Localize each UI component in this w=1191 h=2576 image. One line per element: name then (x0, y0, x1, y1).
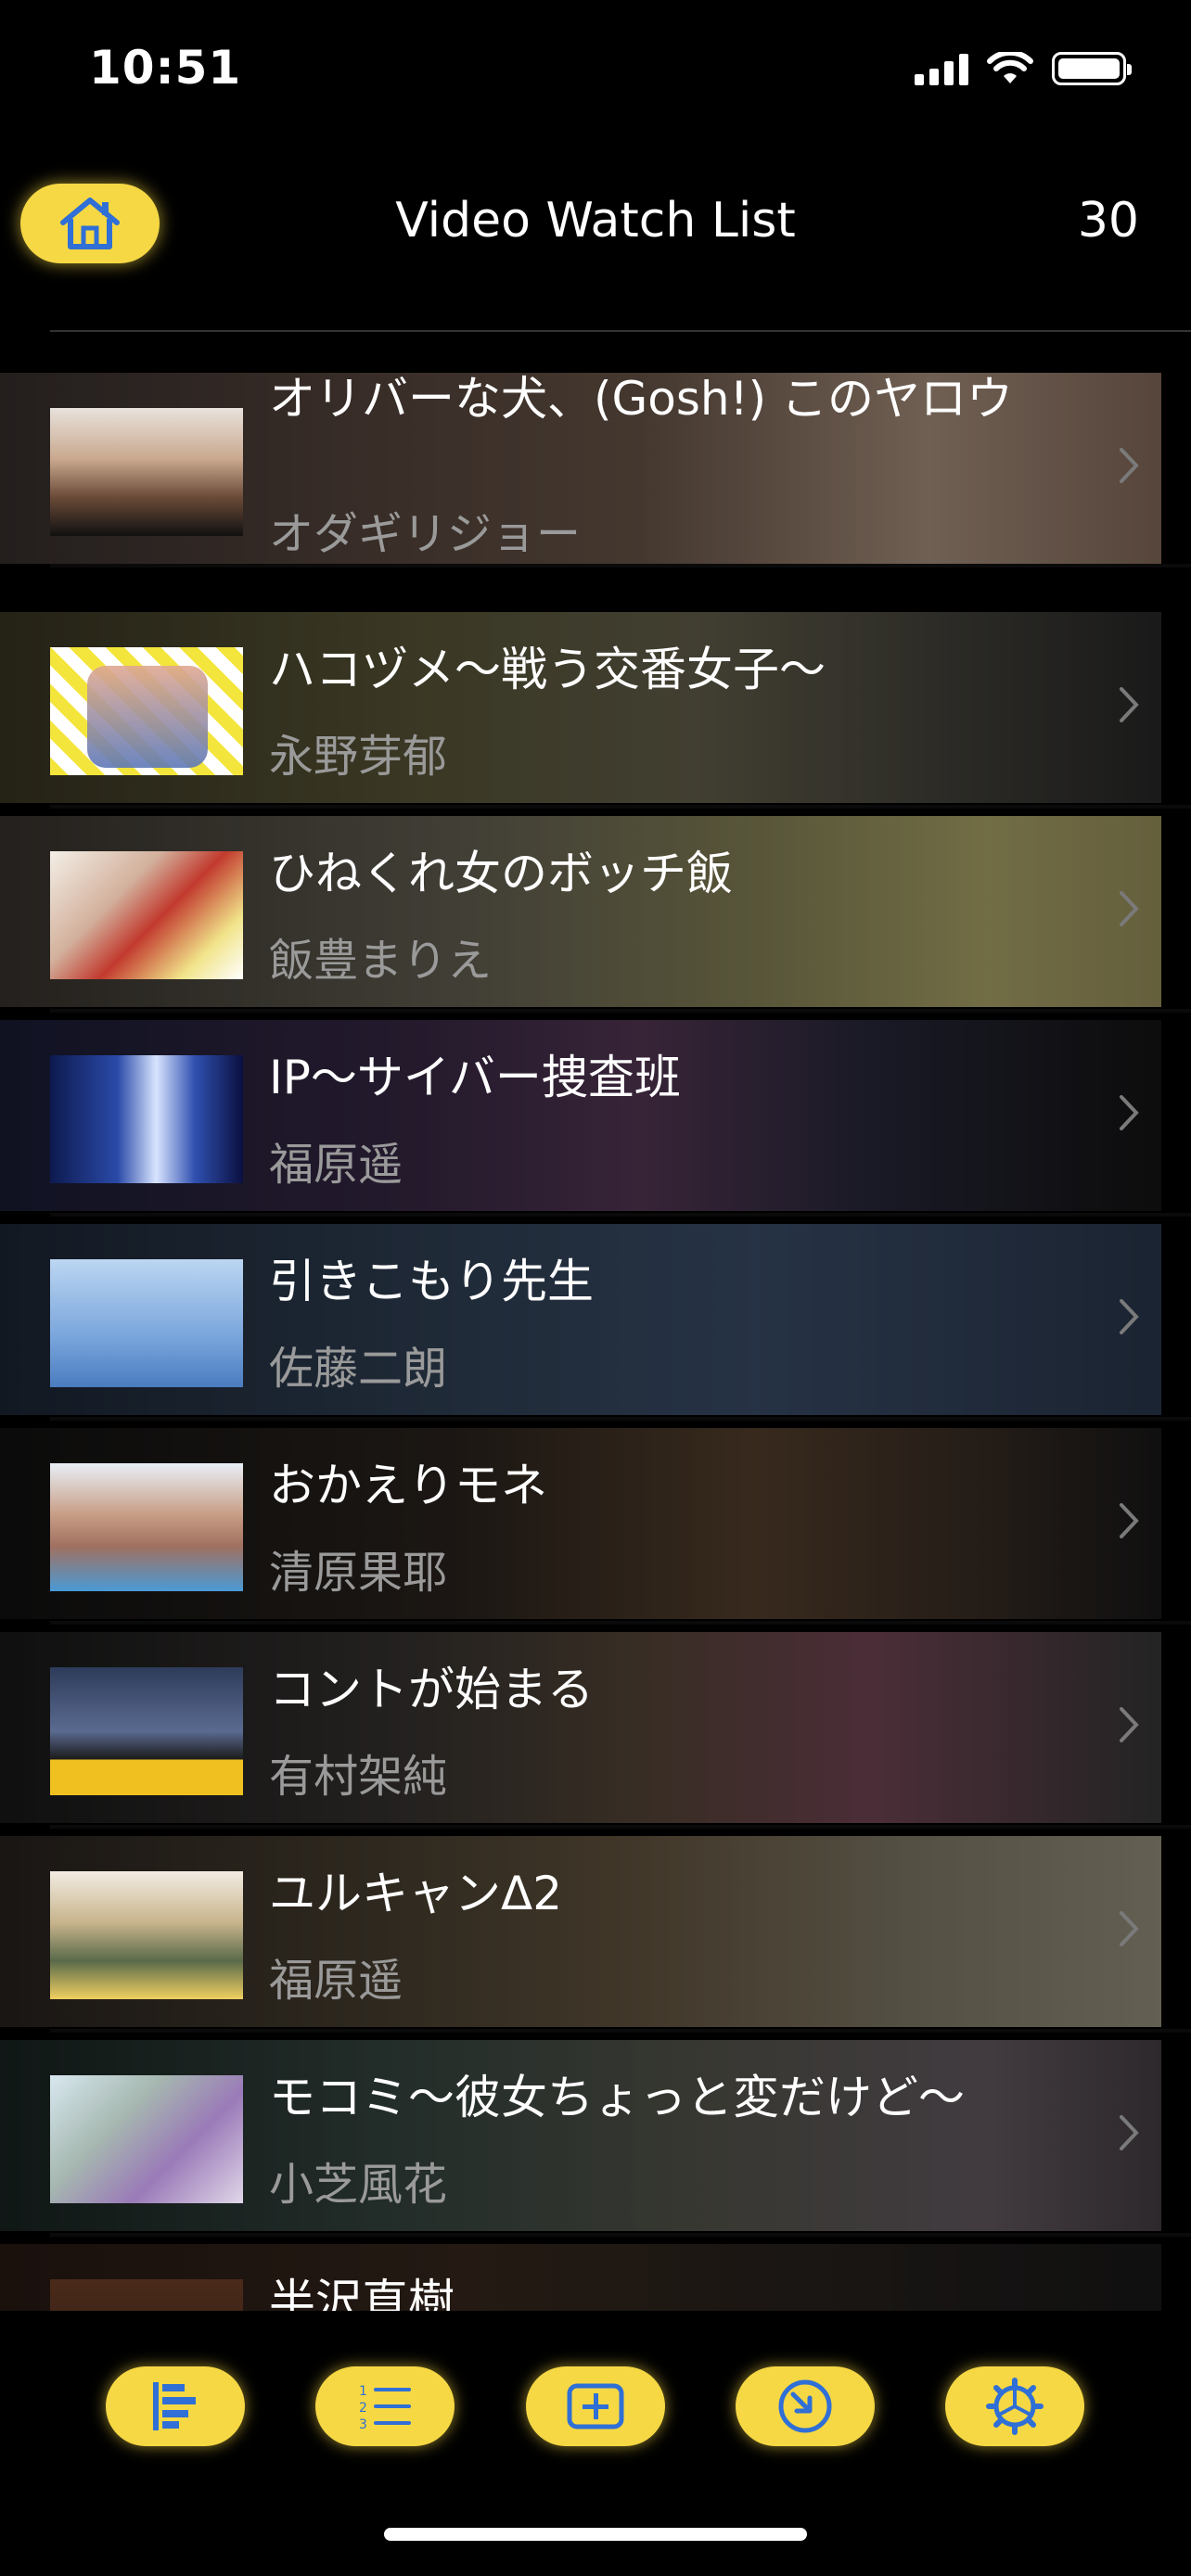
svg-text:1: 1 (359, 2384, 367, 2399)
video-title: ハコヅメ〜戦う交番女子〜 (269, 643, 826, 696)
video-actor: 福原遥 (269, 1139, 403, 1191)
settings-button[interactable] (945, 2366, 1084, 2446)
video-actor: 永野芽郁 (269, 731, 448, 783)
list-item[interactable]: ユルキャンΔ2 福原遥 (0, 1836, 1161, 2027)
video-actor: オダギリジョー (269, 508, 582, 560)
list-item[interactable]: オリバーな犬、(Gosh!) このヤロウ オダギリジョー (0, 373, 1161, 564)
status-bar: 10:51 (0, 0, 1191, 148)
chevron-right-icon (1120, 1707, 1139, 1742)
video-thumbnail (50, 408, 243, 536)
row-separator (50, 2233, 1191, 2237)
chevron-right-icon (1120, 448, 1139, 483)
home-button[interactable] (20, 184, 160, 263)
home-icon (60, 198, 120, 249)
battery-icon (1052, 52, 1132, 85)
row-separator (50, 564, 1191, 567)
row-separator (50, 1621, 1191, 1625)
video-title: ユルキャンΔ2 (269, 1867, 563, 1920)
bar-chart-icon (153, 2382, 196, 2430)
video-title: モコミ〜彼女ちょっと変だけど〜 (269, 2071, 965, 2124)
video-actor: 小芝風花 (269, 2159, 448, 2211)
list-item[interactable]: 引きこもり先生 佐藤二朗 (0, 1224, 1161, 1415)
shrink-icon (778, 2379, 832, 2433)
cellular-signal-icon (915, 52, 968, 85)
video-actor: 福原遥 (269, 1955, 403, 2007)
status-time: 10:51 (89, 41, 242, 95)
video-title: ひねくれ女のボッチ飯 (269, 847, 733, 900)
video-thumbnail (50, 1667, 243, 1795)
add-button[interactable] (526, 2366, 665, 2446)
bottom-toolbar: 1 2 3 (0, 2311, 1191, 2576)
video-actor: 佐藤二朗 (269, 1343, 448, 1395)
add-box-icon (567, 2383, 624, 2429)
list-item[interactable]: IP〜サイバー捜査班 福原遥 (0, 1020, 1161, 1211)
list-item[interactable]: ハコヅメ〜戦う交番女子〜 永野芽郁 (0, 612, 1161, 803)
row-separator (50, 1825, 1191, 1829)
video-thumbnail (50, 2279, 243, 2311)
row-separator (50, 1417, 1191, 1421)
list-item[interactable]: おかえりモネ 清原果耶 (0, 1428, 1161, 1619)
chevron-right-icon (1120, 1299, 1139, 1334)
video-list: オリバーな犬、(Gosh!) このヤロウ オダギリジョー ハコヅメ〜戦う交番女子… (0, 330, 1191, 2311)
video-thumbnail (50, 2075, 243, 2203)
list-button[interactable]: 1 2 3 (315, 2366, 455, 2446)
chevron-right-icon (1120, 891, 1139, 926)
row-separator (50, 2029, 1191, 2033)
video-thumbnail (50, 1259, 243, 1387)
video-actor: 清原果耶 (269, 1547, 448, 1599)
video-thumbnail (50, 1055, 243, 1183)
row-separator (50, 1213, 1191, 1217)
row-separator (50, 1009, 1191, 1013)
video-thumbnail (50, 647, 243, 775)
list-separator (50, 330, 1191, 332)
video-title: コントが始まる (269, 1663, 594, 1716)
stats-button[interactable] (106, 2366, 245, 2446)
video-actor: 飯豊まりえ (269, 935, 493, 987)
page-title: Video Watch List (395, 193, 796, 249)
video-actor: 有村架純 (269, 1751, 448, 1803)
video-title: 引きこもり先生 (269, 1255, 594, 1308)
chevron-right-icon (1120, 2115, 1139, 2150)
video-title: オリバーな犬、(Gosh!) このヤロウ (269, 373, 1014, 426)
list-item[interactable]: モコミ〜彼女ちょっと変だけど〜 小芝風花 (0, 2040, 1161, 2231)
video-title: 半沢直樹 (269, 2275, 455, 2311)
list-item[interactable]: コントが始まる 有村架純 (0, 1632, 1161, 1823)
svg-text:2: 2 (359, 2401, 367, 2416)
svg-text:3: 3 (359, 2417, 367, 2432)
chevron-right-icon (1120, 1911, 1139, 1946)
video-thumbnail (50, 1871, 243, 1999)
status-icons (915, 52, 1132, 85)
numbered-list-icon: 1 2 3 (359, 2384, 411, 2432)
navigation-bar: Video Watch List 30 (0, 167, 1191, 278)
row-separator (50, 805, 1191, 809)
wifi-icon (987, 52, 1033, 83)
shrink-button[interactable] (736, 2366, 875, 2446)
settings-gear-icon (986, 2378, 1044, 2435)
list-item[interactable]: ひねくれ女のボッチ飯 飯豊まりえ (0, 816, 1161, 1007)
video-title: おかえりモネ (269, 1459, 547, 1512)
chevron-right-icon (1120, 687, 1139, 722)
chevron-right-icon (1120, 1095, 1139, 1130)
chevron-right-icon (1120, 1503, 1139, 1538)
video-title: IP〜サイバー捜査班 (269, 1051, 681, 1104)
home-indicator[interactable] (384, 2528, 807, 2541)
list-item[interactable]: 半沢直樹 (0, 2244, 1161, 2311)
video-thumbnail (50, 851, 243, 979)
item-count: 30 (1077, 193, 1139, 249)
video-thumbnail (50, 1463, 243, 1591)
